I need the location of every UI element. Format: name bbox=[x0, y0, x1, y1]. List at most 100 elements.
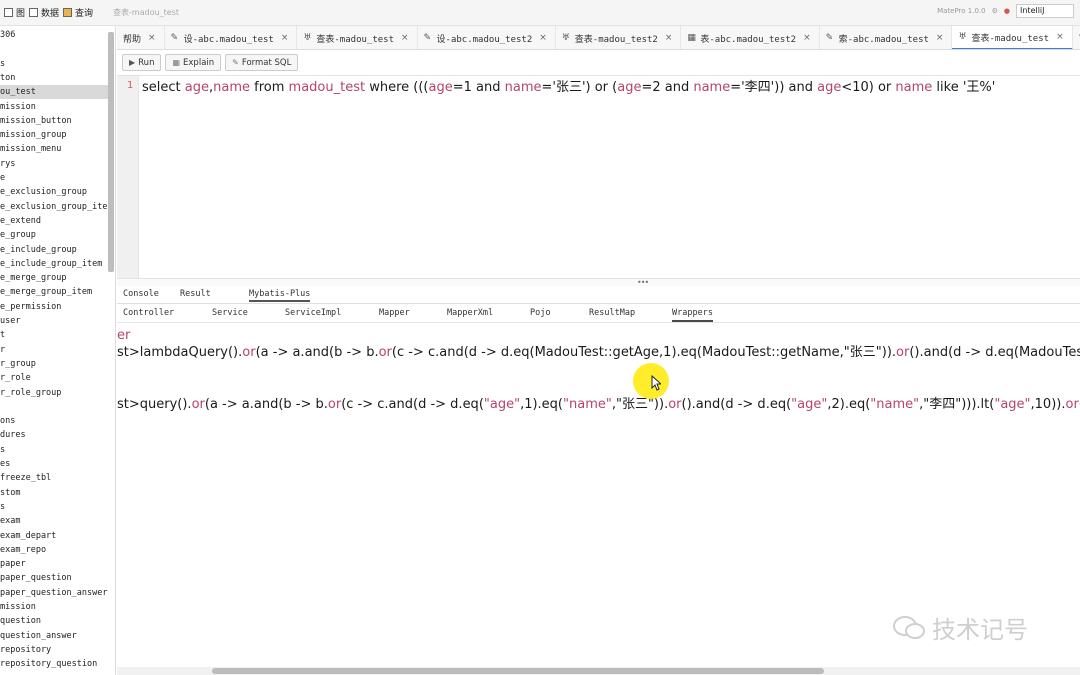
tree-item[interactable]: mission_button bbox=[0, 114, 108, 128]
tree-item[interactable] bbox=[0, 400, 108, 414]
version-label: MatePro 1.0.0 bbox=[937, 7, 986, 15]
editor-tab-label: 设-abc.madou_test2 bbox=[436, 34, 533, 45]
editor-tab[interactable]: ✎ 设-abc.madou_test × bbox=[165, 26, 298, 49]
format-sql-button[interactable]: ✎ Format SQL bbox=[225, 54, 299, 71]
close-icon[interactable]: × bbox=[148, 33, 156, 43]
close-icon[interactable]: × bbox=[401, 33, 409, 43]
tree-item[interactable]: e bbox=[0, 171, 108, 185]
tree-item[interactable]: mission bbox=[0, 600, 108, 614]
panel-tab[interactable]: Result bbox=[180, 289, 211, 299]
tree-item[interactable]: r_role bbox=[0, 371, 108, 385]
codegen-tab[interactable]: Pojo bbox=[530, 308, 550, 318]
editor-tab[interactable]: 帮助 × bbox=[117, 26, 165, 49]
tree-item[interactable]: e_extend bbox=[0, 214, 108, 228]
codegen-tab[interactable]: Controller bbox=[123, 308, 174, 318]
tree-item[interactable]: e_group bbox=[0, 228, 108, 242]
tree-item[interactable]: mission_menu bbox=[0, 142, 108, 156]
theme-icon[interactable]: ● bbox=[1004, 7, 1010, 15]
codegen-tab[interactable]: Service bbox=[212, 308, 248, 318]
sql-editor[interactable]: 1 select age,name from madou_test where … bbox=[117, 76, 1080, 278]
tree-item[interactable]: rys bbox=[0, 157, 108, 171]
title-bar: 图 数据 查询 查表-madou_test MatePro 1.0.0 ⚙ ● In… bbox=[0, 0, 1080, 26]
tree-item[interactable]: mission bbox=[0, 100, 108, 114]
tree-item[interactable]: e_include_group_item bbox=[0, 257, 108, 271]
editor-tab[interactable]: ▦ 表-abc.madou_test2 × bbox=[681, 26, 820, 49]
tree-item[interactable]: ons bbox=[0, 414, 108, 428]
settings-icon[interactable]: ⚙ bbox=[992, 7, 998, 15]
tree-item[interactable]: mission_group bbox=[0, 128, 108, 142]
tree-item[interactable]: es bbox=[0, 457, 108, 471]
tree-item[interactable]: r_group bbox=[0, 357, 108, 371]
tree-item[interactable]: ou_test bbox=[0, 85, 108, 100]
code-token: ='张三') or ( bbox=[541, 80, 618, 95]
codegen-tab[interactable]: ServiceImpl bbox=[285, 308, 341, 318]
tree-item[interactable]: repository_question bbox=[0, 657, 108, 671]
close-icon[interactable]: × bbox=[936, 33, 944, 43]
title-menu-item[interactable]: 图 bbox=[4, 6, 25, 19]
tree-item[interactable]: ton bbox=[0, 71, 108, 85]
tree-item[interactable]: question bbox=[0, 614, 108, 628]
sql-line[interactable]: select age,name from madou_test where ((… bbox=[142, 78, 995, 98]
tree-item[interactable]: s bbox=[0, 500, 108, 514]
tree-item[interactable]: e_exclusion_group bbox=[0, 185, 108, 199]
close-icon[interactable]: × bbox=[539, 33, 547, 43]
close-icon[interactable]: × bbox=[665, 33, 673, 43]
tree-item[interactable]: 306 bbox=[0, 28, 108, 42]
panel-tab[interactable]: Mybatis-Plus bbox=[249, 289, 311, 302]
ide-select[interactable]: IntelliJ bbox=[1016, 4, 1074, 18]
tree-item[interactable]: stom bbox=[0, 486, 108, 500]
tree-item[interactable]: e_permission bbox=[0, 300, 108, 314]
tree-item[interactable]: e_exclusion_group_ite bbox=[0, 200, 108, 214]
close-icon[interactable]: × bbox=[1056, 32, 1064, 42]
close-icon[interactable]: × bbox=[803, 33, 811, 43]
panel-tab[interactable]: Console bbox=[123, 289, 159, 299]
tree-item[interactable]: e_merge_group bbox=[0, 271, 108, 285]
explain-button[interactable]: ▦ Explain bbox=[165, 54, 222, 71]
panel-splitter[interactable]: ••• bbox=[117, 278, 1080, 287]
editor-tab[interactable]: ♅ 查表-madou_test × bbox=[297, 26, 418, 49]
close-icon[interactable]: × bbox=[281, 33, 289, 43]
tree-item[interactable]: paper bbox=[0, 557, 108, 571]
tree-item[interactable]: paper_question_answer bbox=[0, 586, 108, 600]
tree-item[interactable]: r_role_group bbox=[0, 386, 108, 400]
editor-tab[interactable]: ✎设-abc× bbox=[1073, 26, 1080, 49]
codegen-tab[interactable]: Mapper bbox=[379, 308, 410, 318]
tree-item[interactable]: user bbox=[0, 314, 108, 328]
tree-item[interactable]: t bbox=[0, 328, 108, 342]
tree-item[interactable]: question_answer bbox=[0, 629, 108, 643]
codegen-tab[interactable]: MapperXml bbox=[447, 308, 493, 318]
run-button[interactable]: ▶ Run bbox=[122, 54, 162, 71]
tree-item[interactable]: e_merge_group_item bbox=[0, 285, 108, 299]
tree-item[interactable]: exam_depart bbox=[0, 529, 108, 543]
codegen-tab[interactable]: Wrappers bbox=[672, 308, 713, 322]
tree-item[interactable]: paper_question bbox=[0, 571, 108, 585]
horizontal-scroll-thumb[interactable] bbox=[212, 668, 824, 674]
code-token: where ((( bbox=[365, 80, 429, 95]
editor-tab[interactable]: ✎ 索-abc.madou_test × bbox=[820, 26, 953, 49]
tree-item[interactable]: s bbox=[0, 57, 108, 71]
line-gutter: 1 bbox=[117, 76, 139, 278]
tree-item[interactable]: dures bbox=[0, 428, 108, 442]
tree-scrollbar[interactable] bbox=[108, 32, 114, 272]
tree-item[interactable]: r bbox=[0, 343, 108, 357]
title-menu-item[interactable]: 查询 bbox=[63, 6, 93, 19]
code-token: ='李四')) and bbox=[730, 80, 818, 95]
codegen-tab[interactable]: ResultMap bbox=[589, 308, 635, 318]
code-token: ,2).eq( bbox=[827, 397, 871, 412]
tree-item[interactable]: freeze_tbl bbox=[0, 471, 108, 485]
tree-item[interactable] bbox=[0, 42, 108, 56]
editor-tab[interactable]: ✎ 设-abc.madou_test2 × bbox=[418, 26, 556, 49]
code-token: ,1).eq( bbox=[520, 397, 564, 412]
tree-item[interactable]: e_include_group bbox=[0, 243, 108, 257]
editor-tab[interactable]: ♅ 查表-madou_test × bbox=[952, 26, 1073, 49]
editor-tab[interactable]: ♅ 查表-madou_test2 × bbox=[556, 26, 682, 49]
line-number: 1 bbox=[126, 80, 133, 91]
horizontal-scrollbar[interactable] bbox=[117, 667, 1080, 675]
tree-item[interactable]: exam bbox=[0, 514, 108, 528]
title-menu-item[interactable]: 数据 bbox=[29, 6, 59, 19]
code-token: ().and(d -> d.eq( bbox=[681, 397, 792, 412]
code-token: age bbox=[428, 80, 453, 95]
tree-item[interactable]: exam_repo bbox=[0, 543, 108, 557]
tree-item[interactable]: s bbox=[0, 443, 108, 457]
tree-item[interactable]: repository bbox=[0, 643, 108, 657]
